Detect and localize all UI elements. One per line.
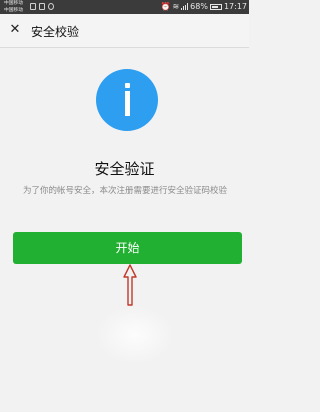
app-bar: ✕ 安全校验 — [0, 14, 249, 48]
signal-icon — [181, 3, 189, 10]
alarm-icon: ⏰ — [160, 2, 171, 11]
annotation-arrow-icon — [123, 264, 137, 306]
carrier-1: 中国移动 — [4, 0, 24, 6]
chat-notification-icon — [48, 3, 54, 10]
carrier-info: 中国移动 中国移动 — [4, 0, 24, 14]
battery-icon — [209, 3, 222, 10]
close-button[interactable]: ✕ — [7, 22, 23, 38]
notification-icons — [30, 3, 54, 10]
page-title: 安全校验 — [31, 25, 80, 39]
image-notification-icon — [30, 3, 36, 10]
info-icon — [96, 69, 158, 131]
wifi-icon: ≋ — [172, 2, 180, 11]
status-bar: 中国移动 中国移动 ⏰ ≋ 68% 17:17 — [0, 0, 249, 14]
app-notification-icon — [39, 3, 45, 10]
clock: 17:17 — [223, 2, 247, 11]
battery-percent: 68% — [190, 2, 208, 11]
status-indicators: ⏰ ≋ 68% 17:17 — [160, 2, 247, 11]
carrier-2: 中国移动 — [4, 7, 24, 13]
glare-overlay — [95, 305, 175, 365]
start-button[interactable]: 开始 — [13, 232, 242, 264]
verification-heading: 安全验证 — [94, 160, 155, 178]
verification-description: 为了你的帐号安全，本次注册需要进行安全验证码校验 — [22, 186, 227, 196]
